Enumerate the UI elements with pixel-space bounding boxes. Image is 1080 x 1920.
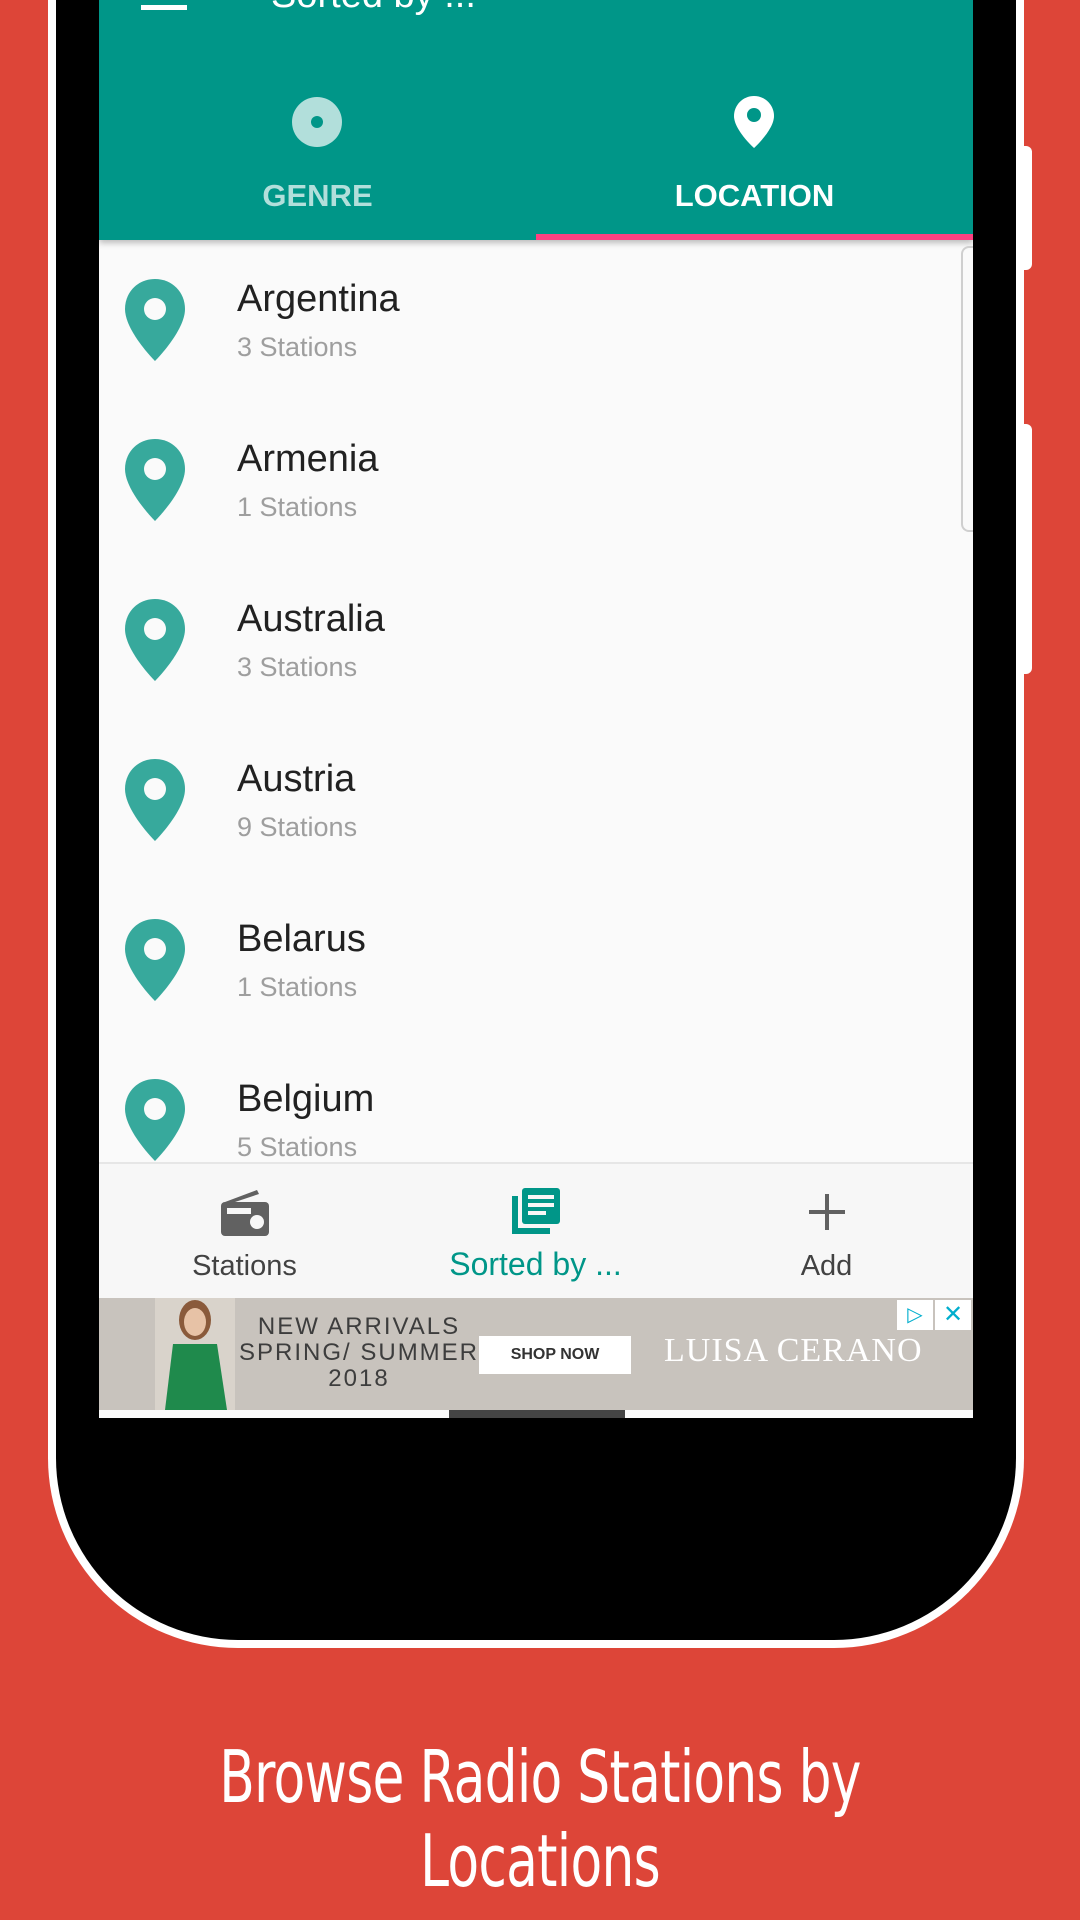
library-icon <box>511 1188 560 1234</box>
location-pin-icon <box>125 919 185 1001</box>
phone-side-button-bottom <box>1024 424 1032 674</box>
location-name: Belarus <box>237 918 366 960</box>
list-item[interactable]: Australia 3 Stations <box>99 560 973 720</box>
location-pin-icon <box>125 279 185 361</box>
location-name: Argentina <box>237 278 400 320</box>
ad-brand-text: LUISA CERANO <box>664 1332 923 1369</box>
ad-banner[interactable]: NEW ARRIVALS SPRING/ SUMMER 2018 SHOP NO… <box>99 1298 973 1410</box>
list-item[interactable]: Armenia 1 Stations <box>99 400 973 560</box>
phone-screen: Sorted by ... GENRE LOCATION Argentina 3… <box>99 0 973 1418</box>
location-name: Austria <box>237 758 356 800</box>
station-count: 1 Stations <box>237 492 358 522</box>
location-pin-icon <box>125 599 185 681</box>
home-indicator <box>449 1410 625 1418</box>
app-title: Sorted by ... <box>271 0 476 17</box>
list-item[interactable]: Belgium 5 Stations <box>99 1040 973 1162</box>
plus-icon <box>808 1194 845 1230</box>
tab-location[interactable]: LOCATION <box>536 90 973 240</box>
disc-icon <box>292 97 342 147</box>
ad-model-image <box>155 1298 235 1410</box>
location-name: Australia <box>237 598 385 640</box>
location-list[interactable]: Argentina 3 Stations Armenia 1 Stations … <box>99 240 973 1162</box>
location-name: Armenia <box>237 438 379 480</box>
nav-add-label: Add <box>800 1250 853 1282</box>
location-pin-icon <box>734 96 774 148</box>
ad-brand-logo: LUISA CERANO <box>664 1332 923 1370</box>
station-count: 3 Stations <box>237 332 358 362</box>
bottom-navigation: Stations Sorted by ... Add <box>99 1162 973 1300</box>
menu-icon[interactable] <box>141 0 187 16</box>
ad-shop-now-button[interactable]: SHOP NOW <box>479 1336 631 1374</box>
location-pin-icon <box>125 1079 185 1161</box>
nav-add[interactable]: Add <box>681 1164 972 1300</box>
nav-sorted-by-label: Sorted by ... <box>449 1246 622 1282</box>
list-item[interactable]: Belarus 1 Stations <box>99 880 973 1040</box>
nav-sorted-by[interactable]: Sorted by ... <box>390 1164 681 1300</box>
list-item[interactable]: Austria 9 Stations <box>99 720 973 880</box>
nav-stations-label: Stations <box>192 1250 297 1282</box>
list-item[interactable]: Argentina 3 Stations <box>99 240 973 400</box>
tab-genre-label: GENRE <box>262 178 373 213</box>
app-bar: Sorted by ... GENRE LOCATION <box>99 0 973 240</box>
ad-close-button[interactable]: ✕ <box>935 1300 971 1330</box>
station-count: 9 Stations <box>237 812 358 842</box>
promo-caption: Browse Radio Stations by Locations <box>219 1735 861 1903</box>
radio-icon <box>220 1190 269 1236</box>
station-count: 3 Stations <box>237 652 358 682</box>
station-count: 5 Stations <box>237 1132 358 1162</box>
phone-side-button-top <box>1024 146 1032 270</box>
location-pin-icon <box>125 439 185 521</box>
nav-stations[interactable]: Stations <box>99 1164 390 1300</box>
location-pin-icon <box>125 759 185 841</box>
ad-choices-icon[interactable]: ▷ <box>897 1300 933 1330</box>
ad-headline: NEW ARRIVALS SPRING/ SUMMER 2018 <box>239 1313 480 1392</box>
station-count: 1 Stations <box>237 972 358 1002</box>
location-name: Belgium <box>237 1078 375 1120</box>
tab-location-label: LOCATION <box>674 178 835 213</box>
tab-genre[interactable]: GENRE <box>99 90 536 240</box>
